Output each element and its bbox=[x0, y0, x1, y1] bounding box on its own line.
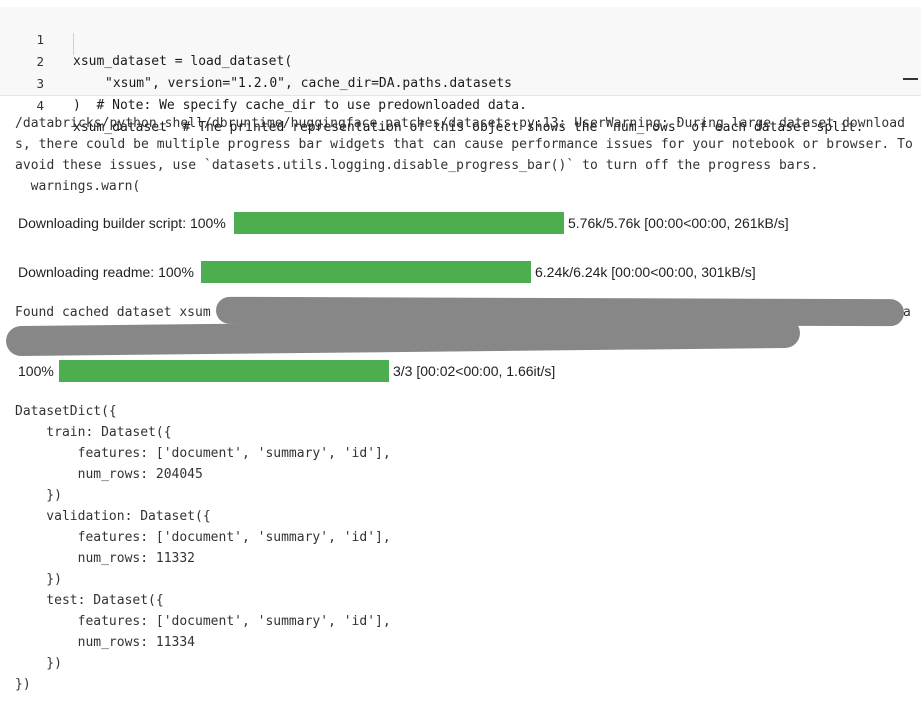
dict-line: features: ['document', 'summary', 'id'], bbox=[15, 446, 391, 461]
code-line-1: 1 xsum_dataset = load_dataset( bbox=[0, 7, 292, 69]
collapse-icon[interactable] bbox=[903, 78, 918, 80]
code-cell[interactable]: 1 xsum_dataset = load_dataset( 2 "xsum",… bbox=[0, 7, 921, 135]
code-text: xsum_dataset = load_dataset( bbox=[73, 54, 293, 69]
dict-line: num_rows: 11332 bbox=[15, 551, 196, 566]
progress-bar bbox=[59, 360, 389, 382]
dict-line: }) bbox=[15, 677, 31, 692]
progress-label: 100% bbox=[18, 363, 54, 379]
code-text: "xsum", version="1.2.0", cache_dir=DA.pa… bbox=[105, 76, 512, 91]
progress-bar bbox=[234, 212, 564, 234]
cached-dataset-tail: a bbox=[903, 305, 911, 320]
progress-status: 3/3 [00:02<00:00, 1.66it/s] bbox=[393, 363, 556, 379]
dict-line: validation: Dataset({ bbox=[15, 509, 211, 524]
progress-label: Downloading readme: 100% bbox=[18, 264, 194, 280]
warnings-call-text: warnings.warn( bbox=[15, 179, 141, 194]
progress-status: 5.76k/5.76k [00:00<00:00, 261kB/s] bbox=[568, 215, 789, 231]
dict-line: train: Dataset({ bbox=[15, 425, 172, 440]
dict-line: features: ['document', 'summary', 'id'], bbox=[15, 530, 391, 545]
progress-bar bbox=[201, 261, 531, 283]
dict-line: test: Dataset({ bbox=[15, 593, 164, 608]
dict-line: }) bbox=[15, 656, 62, 671]
code-line-2: 2 "xsum", version="1.2.0", cache_dir=DA.… bbox=[0, 29, 512, 91]
dict-line: num_rows: 204045 bbox=[15, 467, 203, 482]
dict-line: num_rows: 11334 bbox=[15, 635, 196, 650]
redaction-mark bbox=[5, 317, 801, 357]
cached-dataset-text: Found cached dataset xsum bbox=[15, 305, 211, 320]
progress-label: Downloading builder script: 100% bbox=[18, 215, 226, 231]
code-line-4: 4 xsum_dataset # The printed representat… bbox=[0, 73, 863, 135]
dict-line: }) bbox=[15, 572, 62, 587]
dict-line: DatasetDict({ bbox=[15, 404, 117, 419]
dict-line: }) bbox=[15, 488, 62, 503]
progress-status: 6.24k/6.24k [00:00<00:00, 301kB/s] bbox=[535, 264, 756, 280]
dict-line: features: ['document', 'summary', 'id'], bbox=[15, 614, 391, 629]
code-line-3: 3 ) # Note: We specify cache_dir to use … bbox=[0, 51, 526, 113]
indent-guide bbox=[73, 33, 74, 55]
warning-text: /databricks/python_shell/dbruntime/huggi… bbox=[15, 116, 913, 173]
